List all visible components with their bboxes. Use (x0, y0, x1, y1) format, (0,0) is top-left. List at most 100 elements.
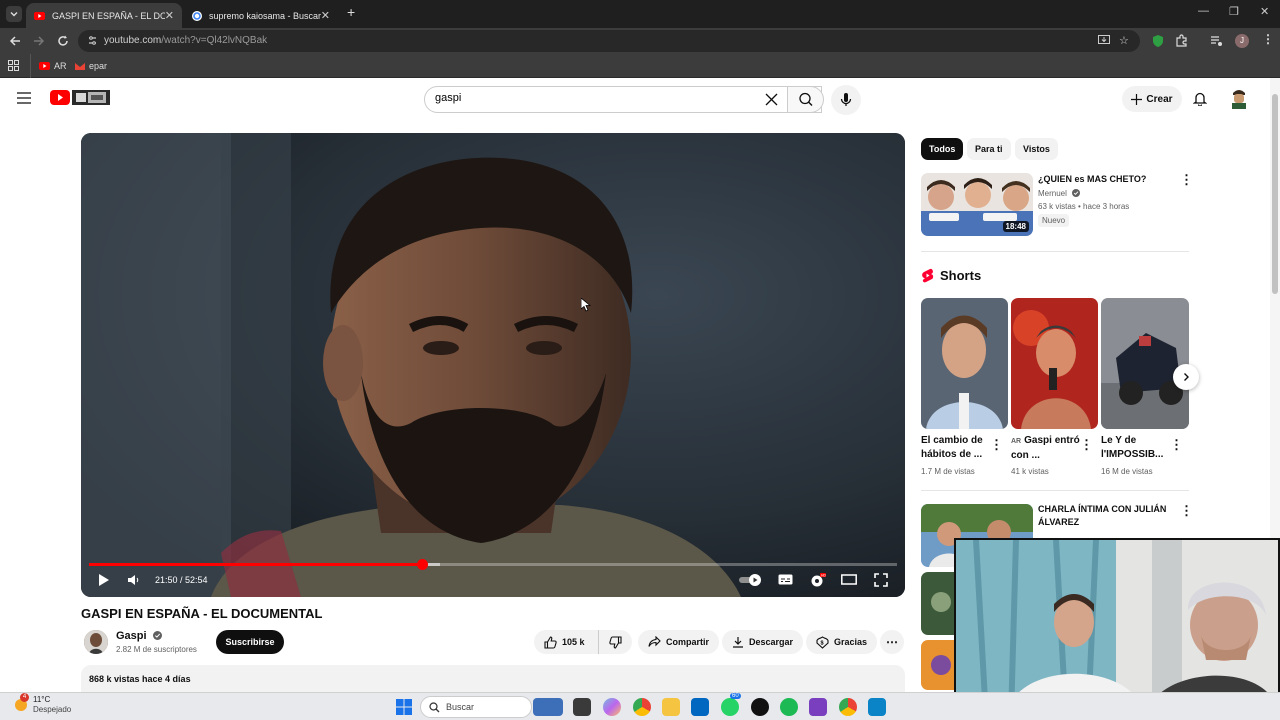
tab-google-search[interactable]: supremo kaiosama - Buscar co ✕ (184, 3, 338, 28)
section-divider (921, 490, 1189, 491)
restore-icon[interactable]: ❐ (1229, 5, 1239, 18)
channel-name[interactable]: Gaspi (116, 630, 162, 642)
file-explorer-icon[interactable] (662, 698, 680, 716)
thanks-button[interactable]: $ Gracias (806, 630, 878, 654)
media-controls-icon[interactable] (1210, 35, 1223, 47)
dislike-button[interactable] (598, 630, 632, 654)
plus-icon (1131, 93, 1143, 105)
weather-widget[interactable]: 4 (12, 693, 30, 713)
download-button[interactable]: Descargar (722, 630, 804, 654)
gmail-icon (75, 63, 85, 70)
reload-icon[interactable] (56, 34, 70, 48)
extensions-puzzle-icon[interactable] (1175, 34, 1188, 47)
short-views: 41 k vistas (1011, 467, 1049, 476)
bookmark-epar[interactable]: epar (75, 61, 107, 71)
youtube-logo[interactable] (50, 90, 110, 105)
short-title[interactable]: Le Y de l'IMPOSSIB... (1101, 434, 1175, 462)
video-title: GASPI EN ESPAÑA - EL DOCUMENTAL (81, 606, 323, 621)
windows-start-icon[interactable] (396, 699, 412, 715)
whatsapp-icon[interactable]: 60 (721, 693, 741, 716)
more-actions-icon[interactable]: ⋯ (880, 630, 904, 654)
widget-app-icon[interactable] (533, 698, 563, 716)
short-title[interactable]: El cambio de hábitos de ... (921, 434, 995, 462)
scrollbar-thumb[interactable] (1272, 94, 1278, 294)
play-icon[interactable] (97, 573, 111, 587)
download-label: Descargar (749, 637, 794, 647)
bookmarks-bar: AR epar (0, 54, 1280, 78)
account-avatar[interactable] (1229, 87, 1249, 109)
spotify-icon[interactable] (780, 698, 798, 716)
related-video-channel[interactable]: Mernuel (1038, 189, 1081, 198)
extension-shield-icon[interactable] (1151, 34, 1165, 48)
video-options-icon[interactable]: ⋮ (1180, 503, 1193, 519)
related-video-title[interactable]: CHARLA ÍNTIMA CON JULIÁN ÁLVAREZ (1038, 503, 1173, 529)
chip-for-you[interactable]: Para ti (967, 138, 1011, 160)
short-title[interactable]: AR Gaspi entró con ... (1011, 434, 1085, 463)
settings-gear-icon[interactable]: HD (810, 573, 826, 588)
progress-bar[interactable] (89, 559, 897, 570)
short-thumbnail[interactable] (1101, 298, 1189, 429)
obs-icon[interactable] (751, 698, 769, 716)
url-host: youtube.com (104, 35, 162, 46)
short-thumbnail[interactable] (921, 298, 1008, 429)
notifications-bell-icon[interactable] (1193, 91, 1207, 106)
chrome-icon[interactable] (633, 698, 651, 716)
app-icon[interactable] (868, 698, 886, 716)
bookmark-divider (30, 54, 31, 78)
close-tab-icon[interactable]: ✕ (321, 9, 330, 22)
close-window-icon[interactable]: ✕ (1260, 5, 1269, 18)
short-options-icon[interactable]: ⋮ (1170, 437, 1183, 453)
new-tab-icon[interactable]: + (347, 4, 355, 20)
bookmark-ar[interactable]: AR (39, 61, 67, 71)
video-player[interactable]: 21:50 / 52:54 HD (81, 133, 905, 597)
subscribe-button[interactable]: Suscribirse (216, 630, 284, 654)
taskbar-search[interactable]: Buscar (420, 696, 532, 718)
tab-youtube-video[interactable]: GASPI EN ESPAÑA - EL DOCUM ✕ (26, 3, 182, 28)
chip-all[interactable]: Todos (921, 138, 964, 160)
like-button[interactable]: 105 k (534, 630, 600, 654)
search-box (424, 86, 824, 113)
copilot-icon[interactable] (603, 698, 621, 716)
autoplay-toggle[interactable] (739, 574, 763, 586)
microsoft-store-icon[interactable] (691, 698, 709, 716)
next-shorts-button[interactable] (1173, 364, 1199, 390)
bookmark-star-icon[interactable]: ☆ (1119, 34, 1129, 47)
mouse-cursor-icon (581, 298, 591, 312)
channel-avatar[interactable] (84, 630, 108, 654)
short-options-icon[interactable]: ⋮ (990, 437, 1003, 453)
profile-avatar[interactable]: J (1235, 34, 1249, 48)
address-bar[interactable]: youtube.com/watch?v=Ql42lvNQBak ☆ (78, 30, 1140, 52)
clear-search-icon[interactable] (765, 93, 778, 106)
search-button[interactable] (787, 86, 824, 113)
related-video-thumbnail[interactable]: 18:48 (921, 173, 1033, 236)
video-options-icon[interactable]: ⋮ (1180, 172, 1193, 188)
menu-icon[interactable] (17, 92, 31, 104)
short-options-icon[interactable]: ⋮ (1080, 437, 1093, 453)
apps-grid-icon[interactable] (8, 60, 19, 71)
task-view-icon[interactable] (573, 698, 591, 716)
site-info-icon[interactable] (87, 35, 98, 46)
chrome-profile-icon[interactable] (839, 698, 857, 716)
forward-icon[interactable] (32, 34, 46, 48)
volume-icon[interactable] (127, 573, 141, 587)
minimize-icon[interactable]: — (1198, 5, 1209, 17)
short-thumbnail[interactable] (1011, 298, 1098, 429)
tab-search-button[interactable] (6, 6, 22, 22)
video-editor-icon[interactable] (809, 698, 827, 716)
subtitles-icon[interactable] (778, 573, 793, 586)
theater-mode-icon[interactable] (841, 573, 857, 586)
close-tab-icon[interactable]: ✕ (165, 9, 174, 22)
voice-search-button[interactable] (831, 85, 861, 115)
fullscreen-icon[interactable] (874, 573, 888, 587)
chip-watched[interactable]: Vistos (1015, 138, 1058, 160)
video-frame (81, 133, 905, 597)
browser-menu-icon[interactable]: ⋮ (1262, 32, 1274, 46)
search-input[interactable] (435, 92, 755, 104)
create-button[interactable]: Crear (1122, 86, 1182, 112)
back-icon[interactable] (8, 34, 22, 48)
install-app-icon[interactable] (1098, 35, 1110, 46)
related-video-title[interactable]: ¿QUIEN es MAS CHETO? (1038, 173, 1173, 186)
share-button[interactable]: Compartir (638, 630, 720, 654)
url-path: /watch?v=Ql42lvNQBak (161, 35, 268, 46)
short-title-text: Gaspi entró con ... (1011, 435, 1080, 461)
